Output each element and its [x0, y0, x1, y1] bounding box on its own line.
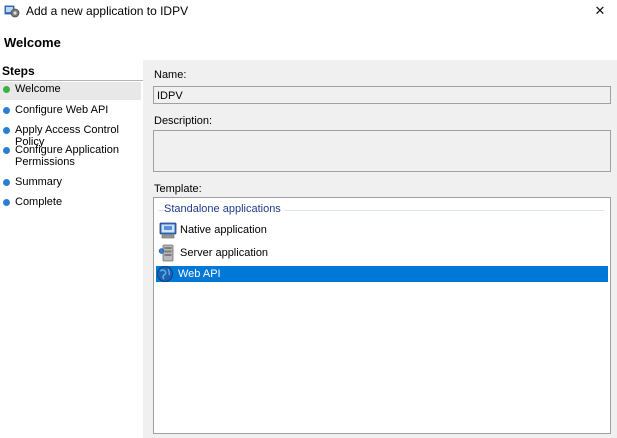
steps-divider [0, 80, 143, 81]
template-label-text: Web API [178, 268, 221, 280]
step-configure-web-api[interactable]: Configure Web API [0, 103, 141, 121]
step-complete[interactable]: Complete [0, 195, 141, 213]
template-label-text: Server application [180, 247, 269, 259]
template-list[interactable]: Standalone applications Native applicati… [153, 197, 611, 434]
step-status-dot-icon [3, 179, 10, 186]
server-application-icon [158, 243, 178, 263]
window-title: Add a new application to IDPV [26, 4, 189, 18]
close-icon: ✕ [594, 3, 606, 18]
step-status-dot-icon [3, 199, 10, 206]
dialog-window: Add a new application to IDPV ✕ Welcome … [0, 0, 617, 438]
template-label: Template: [154, 183, 202, 195]
step-label: Welcome [15, 83, 61, 95]
template-label-text: Native application [180, 224, 267, 236]
application-icon [4, 3, 20, 19]
description-label: Description: [154, 115, 213, 127]
template-server-application[interactable]: Server application [158, 243, 608, 263]
template-web-api[interactable]: Web API [156, 266, 608, 282]
close-button[interactable]: ✕ [583, 0, 617, 22]
description-field[interactable] [153, 130, 611, 172]
template-native-application[interactable]: Native application [158, 220, 608, 240]
page-title: Welcome [4, 35, 61, 50]
step-label: Complete [15, 196, 63, 208]
step-welcome[interactable]: Welcome [0, 82, 141, 100]
step-apply-access-control-policy[interactable]: Apply Access Control Policy [0, 123, 141, 148]
step-status-dot-icon [3, 107, 10, 114]
steps-panel: Steps Welcome Configure Web API Apply Ac… [0, 60, 143, 438]
step-status-dot-icon [3, 127, 10, 134]
step-label: Summary [15, 176, 63, 188]
step-status-dot-icon [3, 147, 10, 154]
title-bar: Add a new application to IDPV ✕ [0, 0, 617, 22]
step-summary[interactable]: Summary [0, 175, 141, 193]
group-header-standalone-applications: Standalone applications [164, 203, 285, 215]
web-api-icon [156, 264, 176, 284]
native-application-icon [158, 220, 178, 240]
wizard-header: Welcome [0, 22, 617, 60]
step-status-dot-icon [3, 86, 10, 93]
steps-heading: Steps [2, 64, 35, 78]
name-label: Name: [154, 69, 187, 81]
step-configure-application-permissions[interactable]: Configure Application Permissions [0, 143, 141, 171]
name-field[interactable]: IDPV [153, 86, 611, 104]
step-label: Configure Web API [15, 104, 109, 116]
step-label: Configure Application Permissions [15, 144, 119, 168]
